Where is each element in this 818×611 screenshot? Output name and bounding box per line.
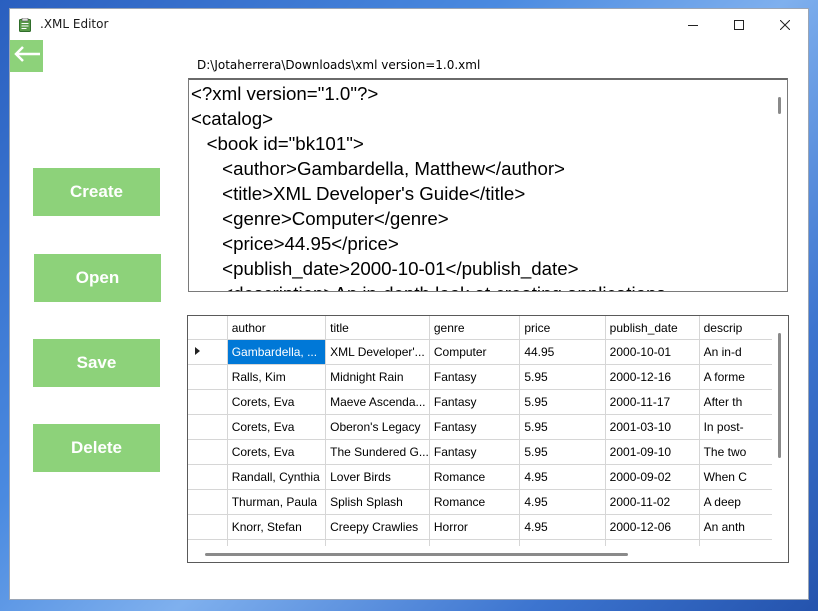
editor-vertical-scrollbar[interactable] [772, 80, 787, 291]
grid-vertical-scroll-thumb[interactable] [778, 333, 781, 458]
grid-horizontal-scroll-thumb[interactable] [205, 553, 628, 556]
table-cell[interactable]: Computer [429, 339, 521, 365]
table-cell[interactable]: 5.95 [519, 364, 606, 390]
table-cell[interactable]: Splish Splash [325, 489, 430, 515]
title-bar: .XML Editor [10, 9, 808, 39]
maximize-icon [734, 15, 744, 34]
window-title: .XML Editor [40, 17, 109, 31]
table-cell[interactable]: Maeve Ascenda... [325, 389, 430, 415]
row-header[interactable] [188, 464, 228, 490]
row-header[interactable] [188, 414, 228, 440]
minimize-icon [688, 15, 698, 34]
table-cell[interactable]: 2000-09-02 [605, 464, 700, 490]
table-cell[interactable]: Creepy Crawlies [325, 514, 430, 540]
column-header-author[interactable]: author [227, 316, 327, 340]
table-cell[interactable]: 2000-12-06 [605, 514, 700, 540]
table-cell[interactable]: The Sundered G... [325, 439, 430, 465]
data-grid[interactable]: author title genre price publish_date de… [187, 315, 789, 563]
table-cell[interactable]: Corets, Eva [227, 439, 327, 465]
column-header-title[interactable]: title [325, 316, 430, 340]
table-row[interactable]: Corets, Eva Oberon's Legacy Fantasy 5.95… [188, 414, 788, 440]
column-header-price[interactable]: price [519, 316, 606, 340]
close-button[interactable] [762, 9, 808, 39]
column-header-publish-date[interactable]: publish_date [605, 316, 700, 340]
table-row[interactable]: Corets, Eva Maeve Ascenda... Fantasy 5.9… [188, 389, 788, 415]
table-cell[interactable]: 5.95 [519, 414, 606, 440]
table-cell[interactable]: Corets, Eva [227, 389, 327, 415]
table-cell[interactable]: Corets, Eva [227, 414, 327, 440]
app-window: .XML Editor Create Open Save Delete D:\J… [9, 8, 809, 600]
back-button[interactable] [10, 40, 43, 72]
table-cell[interactable]: 4.95 [519, 464, 606, 490]
table-cell[interactable]: Oberon's Legacy [325, 414, 430, 440]
row-header[interactable] [188, 339, 228, 365]
editor-scroll-thumb[interactable] [778, 97, 781, 114]
table-cell[interactable]: Ralls, Kim [227, 364, 327, 390]
table-cell[interactable]: Romance [429, 464, 521, 490]
table-cell[interactable]: Fantasy [429, 364, 521, 390]
table-cell[interactable]: Lover Birds [325, 464, 430, 490]
table-cell[interactable]: 4.95 [519, 514, 606, 540]
table-row[interactable]: Gambardella, ... XML Developer'... Compu… [188, 339, 788, 365]
grid-horizontal-scrollbar[interactable] [188, 546, 788, 562]
table-cell[interactable]: 5.95 [519, 439, 606, 465]
table-cell[interactable]: 2000-12-16 [605, 364, 700, 390]
close-icon [779, 15, 791, 34]
delete-button[interactable]: Delete [33, 424, 160, 472]
table-cell[interactable]: 2001-09-10 [605, 439, 700, 465]
table-cell[interactable]: Knorr, Stefan [227, 514, 327, 540]
table-cell[interactable]: 44.95 [519, 339, 606, 365]
arrow-left-icon [13, 46, 41, 66]
table-cell[interactable]: Fantasy [429, 414, 521, 440]
table-cell[interactable]: 4.95 [519, 489, 606, 515]
create-button[interactable]: Create [33, 168, 160, 216]
table-cell[interactable]: Randall, Cynthia [227, 464, 327, 490]
table-cell[interactable]: Thurman, Paula [227, 489, 327, 515]
table-cell[interactable]: 5.95 [519, 389, 606, 415]
table-cell[interactable]: Gambardella, ... [227, 339, 327, 365]
file-path-label: D:\Jotaherrera\Downloads\xml version=1.0… [197, 58, 481, 72]
table-cell[interactable]: Horror [429, 514, 521, 540]
current-row-icon [188, 345, 224, 359]
clipboard-icon [19, 17, 31, 32]
header-row: author title genre price publish_date de… [188, 316, 788, 340]
table-cell[interactable]: 2000-10-01 [605, 339, 700, 365]
open-button[interactable]: Open [34, 254, 161, 302]
table-cell[interactable]: Fantasy [429, 439, 521, 465]
table-row[interactable]: Knorr, Stefan Creepy Crawlies Horror 4.9… [188, 514, 788, 540]
table-cell[interactable]: 2000-11-17 [605, 389, 700, 415]
save-button[interactable]: Save [33, 339, 160, 387]
table-row[interactable]: Thurman, Paula Splish Splash Romance 4.9… [188, 489, 788, 515]
xml-editor-content[interactable]: <?xml version="1.0"?> <catalog> <book id… [191, 81, 666, 291]
table-cell[interactable]: Midnight Rain [325, 364, 430, 390]
row-header-corner [188, 316, 228, 340]
row-header[interactable] [188, 389, 228, 415]
table-row[interactable]: Corets, Eva The Sundered G... Fantasy 5.… [188, 439, 788, 465]
maximize-button[interactable] [716, 9, 762, 39]
grid-vertical-scrollbar[interactable] [772, 316, 788, 562]
row-header[interactable] [188, 439, 228, 465]
table-cell[interactable]: 2001-03-10 [605, 414, 700, 440]
table-cell[interactable]: Romance [429, 489, 521, 515]
column-header-genre[interactable]: genre [429, 316, 521, 340]
table-row[interactable]: Ralls, Kim Midnight Rain Fantasy 5.95 20… [188, 364, 788, 390]
minimize-button[interactable] [670, 9, 716, 39]
row-header[interactable] [188, 489, 228, 515]
table-row[interactable]: Randall, Cynthia Lover Birds Romance 4.9… [188, 464, 788, 490]
table-cell[interactable]: 2000-11-02 [605, 489, 700, 515]
row-header[interactable] [188, 514, 228, 540]
data-table: author title genre price publish_date de… [188, 316, 788, 562]
xml-editor[interactable]: <?xml version="1.0"?> <catalog> <book id… [188, 78, 788, 292]
table-cell[interactable]: Fantasy [429, 389, 521, 415]
table-cell[interactable]: XML Developer'... [325, 339, 430, 365]
row-header[interactable] [188, 364, 228, 390]
